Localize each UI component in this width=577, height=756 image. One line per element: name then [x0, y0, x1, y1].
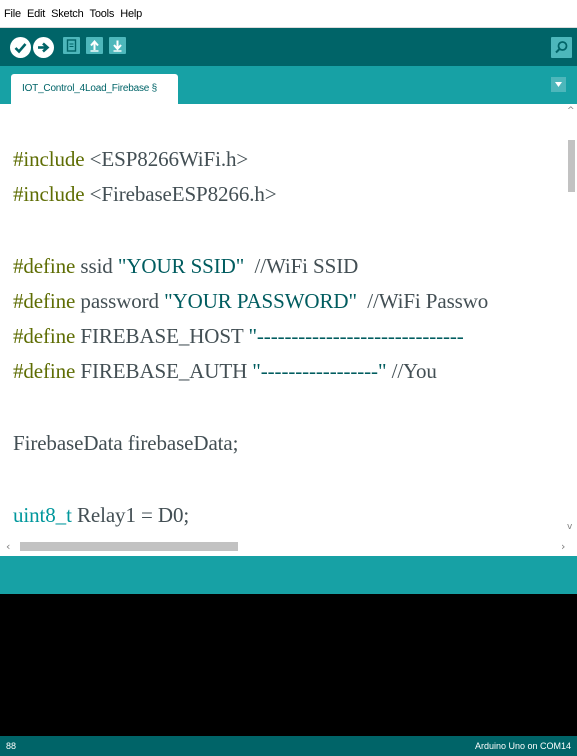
code-line: #define password "YOUR PASSWORD" //WiFi … [13, 289, 489, 313]
code-line: #include <ESP8266WiFi.h> [13, 147, 249, 171]
scroll-down-icon[interactable]: v [567, 522, 572, 532]
menu-file[interactable]: File [4, 8, 21, 20]
verify-icon [14, 43, 27, 54]
verify-button[interactable] [10, 37, 31, 58]
code-line: #define ssid "YOUR SSID" //WiFi SSID [13, 254, 359, 278]
vertical-scrollbar[interactable]: ^ v [565, 104, 577, 537]
save-sketch-button[interactable] [109, 37, 126, 54]
dropdown-triangle-icon [555, 82, 562, 87]
upload-button[interactable] [33, 37, 54, 58]
code-line: FirebaseData firebaseData; [13, 431, 239, 455]
menu-help[interactable]: Help [120, 8, 142, 20]
save-arrow-icon [113, 40, 122, 52]
code-editor[interactable]: #include <ESP8266WiFi.h> #include <Fireb… [0, 104, 577, 537]
menu-bar: File Edit Sketch Tools Help [0, 0, 577, 28]
horizontal-scroll-thumb[interactable] [20, 542, 238, 551]
serial-monitor-button[interactable] [551, 37, 572, 58]
scroll-right-icon[interactable]: › [561, 540, 565, 553]
code-line: #define FIREBASE_AUTH "-----------------… [13, 359, 437, 383]
new-sketch-button[interactable] [63, 37, 80, 54]
menu-tools[interactable]: Tools [90, 8, 115, 20]
tab-menu-button[interactable] [551, 77, 566, 92]
code-line: #include <FirebaseESP8266.h> [13, 182, 277, 206]
horizontal-scrollbar[interactable]: ‹ › [0, 537, 577, 556]
upload-arrow-icon [38, 42, 50, 53]
magnifier-icon [555, 41, 568, 54]
menu-sketch[interactable]: Sketch [51, 8, 84, 20]
open-sketch-button[interactable] [86, 37, 103, 54]
console-output[interactable] [0, 594, 577, 736]
tab-label: IOT_Control_4Load_Firebase § [22, 83, 158, 94]
scroll-up-icon[interactable]: ^ [567, 106, 575, 116]
toolbar [0, 28, 577, 66]
status-bar: 88 Arduino Uno on COM14 [0, 736, 577, 756]
line-number: 88 [6, 741, 17, 751]
scroll-left-icon[interactable]: ‹ [6, 540, 10, 553]
tab-sketch[interactable]: IOT_Control_4Load_Firebase § [11, 74, 178, 104]
board-port-label: Arduino Uno on COM14 [474, 741, 571, 751]
code-line: uint8_t Relay1 = D0; [13, 503, 190, 527]
message-bar [0, 556, 577, 594]
tab-bar: IOT_Control_4Load_Firebase § [0, 66, 577, 104]
new-file-icon [66, 39, 77, 52]
menu-edit[interactable]: Edit [27, 8, 45, 20]
open-arrow-icon [90, 39, 99, 52]
code-line: #define FIREBASE_HOST "-----------------… [13, 324, 464, 348]
vertical-scroll-thumb[interactable] [568, 140, 575, 192]
